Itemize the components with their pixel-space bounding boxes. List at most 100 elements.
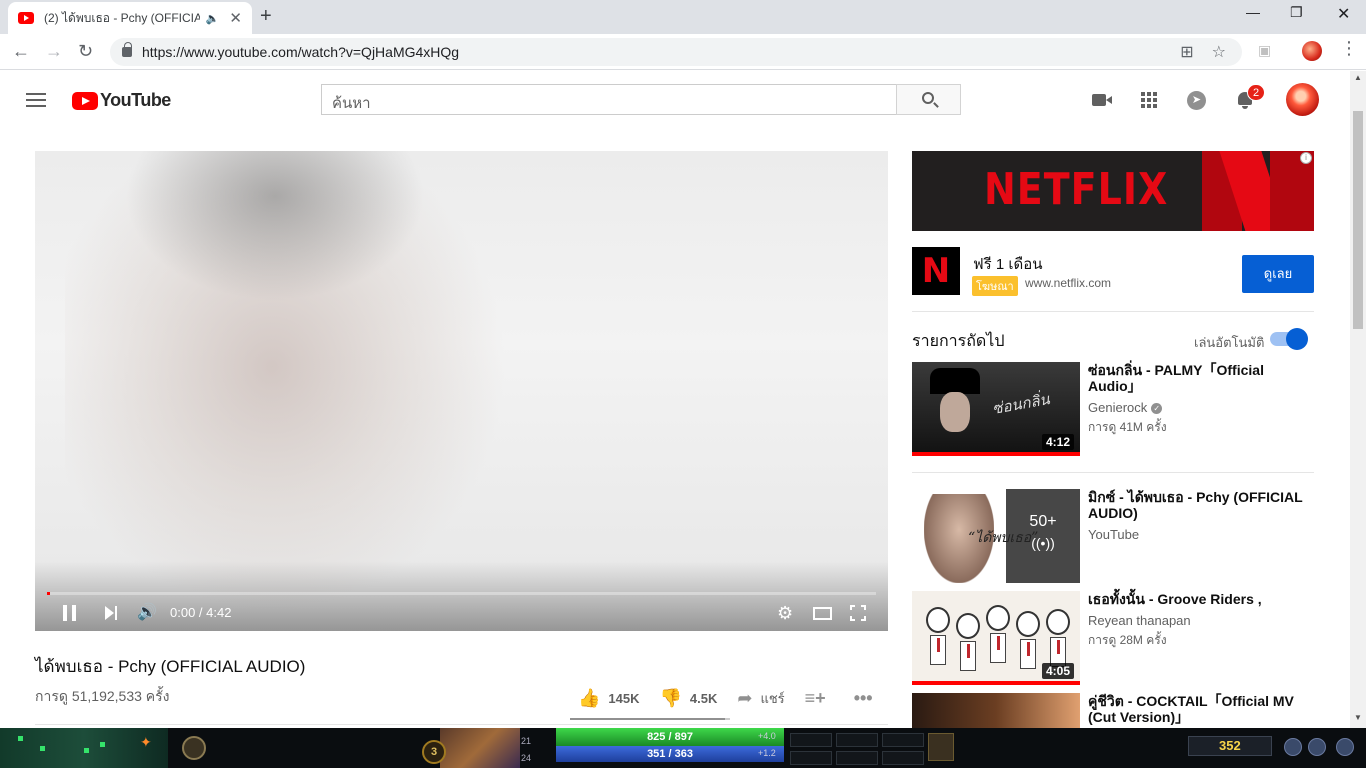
video-frame-hair xyxy=(125,151,425,301)
page-scrollbar[interactable]: ▲ ▼ xyxy=(1350,71,1366,728)
gold-counter: 352 xyxy=(1188,736,1272,756)
channel-name[interactable]: YouTube xyxy=(1088,527,1139,542)
ad-cta-button[interactable]: ดูเลย xyxy=(1242,255,1314,293)
up-next-heading: รายการถัดไป xyxy=(912,333,1005,350)
ad-title[interactable]: ฟรี 1 เดือน xyxy=(973,252,1043,276)
forward-icon[interactable]: → xyxy=(45,41,63,62)
toggle-knob xyxy=(1286,328,1308,350)
minimap-marker xyxy=(40,746,45,751)
seek-bar[interactable] xyxy=(47,592,876,595)
lock-icon xyxy=(122,42,132,57)
extension-icon[interactable]: ▣ xyxy=(1258,42,1271,59)
hud-round-icon[interactable] xyxy=(1336,738,1354,756)
video-thumbnail[interactable]: ซ่อนกลิ่น 4:12 xyxy=(912,362,1080,456)
back-icon[interactable]: ← xyxy=(12,41,30,62)
time-display: 0:00 / 4:42 xyxy=(170,605,232,620)
like-button[interactable]: 👍 145K xyxy=(578,688,640,709)
address-bar[interactable]: https://www.youtube.com/watch?v=QjHaMG4x… xyxy=(110,38,1242,66)
more-actions-button[interactable]: ••• xyxy=(854,688,873,709)
thumb-face xyxy=(940,392,970,432)
hero-portrait[interactable] xyxy=(440,728,520,768)
scrollbar-thumb[interactable] xyxy=(1353,111,1363,329)
create-video-icon[interactable] xyxy=(1092,94,1112,106)
youtube-logo-text: YouTube xyxy=(100,90,171,110)
thumbs-up-icon: 👍 xyxy=(578,687,601,708)
volume-icon[interactable]: 🔊 xyxy=(137,604,157,622)
settings-gear-icon[interactable]: ⚙ xyxy=(777,604,793,624)
search-button[interactable] xyxy=(896,84,961,115)
netflix-logo[interactable]: N xyxy=(912,247,960,295)
messages-icon[interactable]: ➤ xyxy=(1187,91,1206,110)
video-player[interactable]: 🔊 0:00 / 4:42 ⚙ xyxy=(35,151,888,631)
chrome-menu-icon[interactable]: ⋮ xyxy=(1340,38,1358,59)
mix-thumbnail[interactable]: 50+ ((•)) “ได้พบเธอ” xyxy=(912,489,1080,583)
reload-icon[interactable]: ↻ xyxy=(78,41,93,62)
dislike-button[interactable]: 👎 4.5K xyxy=(660,688,718,709)
search-icon xyxy=(922,92,934,104)
hud-item-slot[interactable] xyxy=(182,736,206,760)
new-tab-icon[interactable]: + xyxy=(260,5,272,28)
scroll-down-icon[interactable]: ▼ xyxy=(1354,713,1362,722)
minimap[interactable]: ✦ xyxy=(0,728,168,768)
like-ratio-fill xyxy=(570,718,726,720)
bookmark-star-icon[interactable]: ☆ xyxy=(1212,42,1226,62)
more-horizontal-icon: ••• xyxy=(853,687,873,708)
like-dislike-bar xyxy=(570,718,730,720)
recommended-video[interactable]: คู่ชีวิต - COCKTAIL「Official MV (Cut Ver… xyxy=(912,693,1314,728)
hud-round-icon[interactable] xyxy=(1308,738,1326,756)
account-avatar[interactable] xyxy=(1286,83,1319,116)
youtube-play-logo-icon xyxy=(72,91,98,110)
thumb-character xyxy=(926,607,950,667)
recommended-mix[interactable]: 50+ ((•)) “ได้พบเธอ” มิกซ์ - ได้พบเธอ - … xyxy=(912,489,1314,583)
theater-mode-button[interactable] xyxy=(813,607,832,620)
video-thumbnail[interactable]: 4:05 xyxy=(912,591,1080,685)
search-input[interactable]: ค้นหา xyxy=(321,84,897,115)
thumb-character xyxy=(1016,611,1040,671)
health-regen: +4.0 xyxy=(758,731,776,741)
fullscreen-button[interactable] xyxy=(850,605,866,621)
recommended-video[interactable]: 4:05 เธอทั้งนั้น - Groove Riders , Reyea… xyxy=(912,591,1314,685)
scroll-up-icon[interactable]: ▲ xyxy=(1354,73,1362,82)
video-thumbnail[interactable] xyxy=(912,693,1080,728)
autoplay-toggle[interactable] xyxy=(1270,328,1308,350)
recommended-video[interactable]: ซ่อนกลิ่น 4:12 ซ่อนกลิ่น - PALMY「Officia… xyxy=(912,362,1314,456)
audio-playing-icon[interactable]: 🔈 xyxy=(206,12,220,25)
seek-bar-played xyxy=(47,592,51,595)
ad-url: www.netflix.com xyxy=(1025,276,1112,290)
video-title[interactable]: ซ่อนกลิ่น - PALMY「Official Audio」 xyxy=(1088,362,1310,394)
inventory-slots[interactable] xyxy=(790,733,926,765)
youtube-masthead: YouTube ค้นหา ➤ xyxy=(0,71,1350,127)
video-title[interactable]: มิกซ์ - ได้พบเธอ - Pchy (OFFICIAL AUDIO) xyxy=(1088,489,1310,521)
video-title[interactable]: คู่ชีวิต - COCKTAIL「Official MV (Cut Ver… xyxy=(1088,693,1310,725)
thumb-character xyxy=(986,605,1010,665)
share-label: แชร์ xyxy=(760,690,785,706)
close-window-icon[interactable]: ✕ xyxy=(1337,4,1350,24)
url-text: https://www.youtube.com/watch?v=QjHaMG4x… xyxy=(142,44,460,60)
ad-info-icon[interactable]: i xyxy=(1300,152,1312,164)
tp-scroll-slot[interactable] xyxy=(928,733,954,761)
translate-icon[interactable]: ⊞ xyxy=(1180,42,1193,62)
mana-regen: +1.2 xyxy=(758,748,776,758)
ad-banner[interactable]: NETFLIX xyxy=(912,151,1314,231)
channel-name[interactable]: Genierock ✓ xyxy=(1088,400,1163,415)
hamburger-menu-icon[interactable] xyxy=(26,93,46,107)
hero-level: 3 xyxy=(422,740,446,764)
restore-icon[interactable]: ❐ xyxy=(1290,4,1303,21)
youtube-logo[interactable]: YouTube xyxy=(72,90,171,111)
share-button[interactable]: ➦ แชร์ xyxy=(737,688,784,709)
close-tab-icon[interactable]: ✕ xyxy=(229,9,242,27)
video-actions: 👍 145K 👎 4.5K ➦ แชร์ ≡+ ••• xyxy=(578,688,893,708)
next-button[interactable] xyxy=(105,606,119,620)
video-title[interactable]: เธอทั้งนั้น - Groove Riders , xyxy=(1088,591,1310,607)
divider xyxy=(912,311,1314,312)
minimize-icon[interactable]: — xyxy=(1246,4,1260,20)
apps-grid-icon[interactable] xyxy=(1141,92,1157,108)
channel-name[interactable]: Reyean thanapan xyxy=(1088,613,1191,628)
minimap-marker xyxy=(84,748,89,753)
hud-round-icon[interactable] xyxy=(1284,738,1302,756)
browser-tab[interactable]: (2) ได้พบเธอ - Pchy (OFFICIAL 🔈 ✕ xyxy=(8,2,252,34)
pause-button[interactable] xyxy=(63,605,77,621)
hero-stat: 24 xyxy=(521,753,532,763)
chrome-profile-avatar[interactable] xyxy=(1302,41,1322,61)
save-to-playlist-button[interactable]: ≡+ xyxy=(805,688,834,709)
